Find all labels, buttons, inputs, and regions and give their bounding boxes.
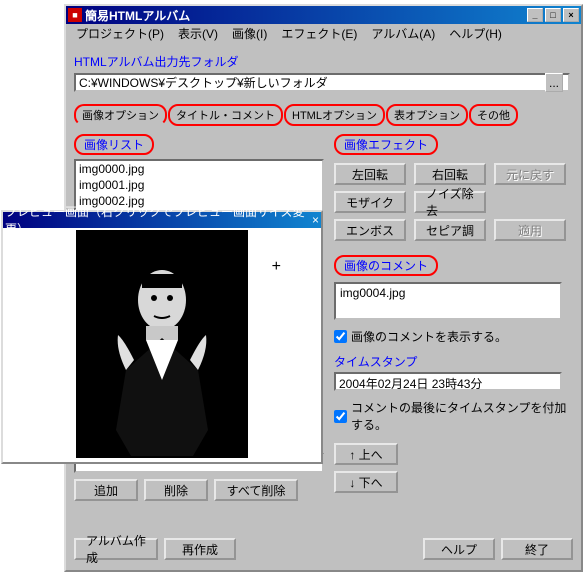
preview-titlebar: プレビュー画面（右クリックでプレビュー画面サイズ変更） × [3,212,321,228]
emboss-button[interactable]: エンボス [334,219,406,241]
window-title: 簡易HTMLアルバム [85,7,525,24]
comment-label: 画像のコメント [334,255,438,276]
tabs: 画像オプション タイトル・コメント HTMLオプション 表オプション その他 [74,104,573,126]
rotate-right-button[interactable]: 右回転 [414,163,486,185]
show-comment-checkbox[interactable]: 画像のコメントを表示する。 [334,328,573,345]
delete-all-button[interactable]: すべて削除 [214,479,298,501]
list-item[interactable]: img0000.jpg [76,161,322,177]
browse-button[interactable]: ... [545,73,563,92]
effect-label: 画像エフェクト [334,134,438,155]
menu-view[interactable]: 表示(V) [172,23,224,44]
menu-effect[interactable]: エフェクト(E) [275,23,363,44]
apply-button[interactable]: 適用 [494,219,566,241]
footer: アルバム作成 再作成 ヘルプ 終了 [70,538,577,564]
comment-field[interactable]: img0004.jpg [334,282,562,320]
recreate-button[interactable]: 再作成 [164,538,236,560]
timestamp-field[interactable]: 2004年02月24日 23時43分 [334,372,562,391]
revert-button[interactable]: 元に戻す [494,163,566,185]
create-album-button[interactable]: アルバム作成 [74,538,158,560]
timestamp-label: タイムスタンプ [334,353,573,370]
append-ts-checkbox[interactable]: コメントの最後にタイムスタンプを付加する。 [334,399,573,433]
mosaic-button[interactable]: モザイク [334,191,406,213]
sepia-button[interactable]: セピア調 [414,219,486,241]
add-button[interactable]: 追加 [74,479,138,501]
tab-table-options[interactable]: 表オプション [386,104,468,126]
checkbox-icon[interactable] [334,410,347,423]
checkbox-icon[interactable] [334,330,347,343]
tab-other[interactable]: その他 [469,104,518,126]
quit-button[interactable]: 終了 [501,538,573,560]
tab-title-comment[interactable]: タイトル・コメント [168,104,283,126]
preview-window[interactable]: プレビュー画面（右クリックでプレビュー画面サイズ変更） × + [1,210,323,464]
app-icon: ■ [68,8,82,22]
denoise-button[interactable]: ノイズ除去 [414,191,486,213]
preview-close-button[interactable]: × [312,213,319,227]
output-folder-label: HTMLアルバム出力先フォルダ [74,53,573,70]
preview-body: + [3,228,321,462]
help-button[interactable]: ヘルプ [423,538,495,560]
rotate-left-button[interactable]: 左回転 [334,163,406,185]
tab-html-options[interactable]: HTMLオプション [284,104,385,126]
maximize-button[interactable]: □ [545,8,561,22]
move-down-button[interactable]: ↓ 下へ [334,471,398,493]
menubar: プロジェクト(P) 表示(V) 画像(I) エフェクト(E) アルバム(A) ヘ… [66,24,581,43]
close-button[interactable]: × [563,8,579,22]
menu-image[interactable]: 画像(I) [226,23,273,44]
output-path-field[interactable]: C:¥WINDOWS¥デスクトップ¥新しいフォルダ [74,73,570,92]
titlebar: ■ 簡易HTMLアルバム _ □ × [66,6,581,24]
menu-help[interactable]: ヘルプ(H) [443,23,508,44]
menu-project[interactable]: プロジェクト(P) [70,23,170,44]
image-list-label: 画像リスト [74,134,154,155]
crosshair-icon: + [272,258,281,276]
menu-album[interactable]: アルバム(A) [365,23,441,44]
delete-button[interactable]: 削除 [144,479,208,501]
list-item[interactable]: img0001.jpg [76,177,322,193]
tab-image-options[interactable]: 画像オプション [74,104,167,126]
preview-image [76,230,248,458]
minimize-button[interactable]: _ [527,8,543,22]
move-up-button[interactable]: ↑ 上へ [334,443,398,465]
